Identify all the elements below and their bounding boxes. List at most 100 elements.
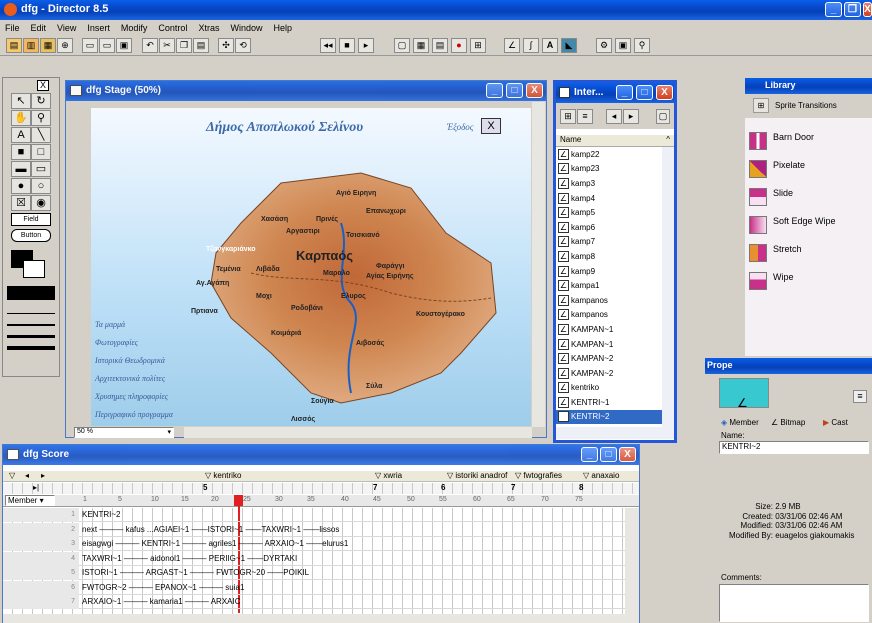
button-tool[interactable]: Button [11, 229, 51, 242]
paint-icon[interactable]: ∠ [504, 38, 520, 53]
list-view-icon[interactable]: ≡ [577, 109, 593, 124]
score-window-icon[interactable]: ▤ [432, 38, 448, 53]
script-icon[interactable]: ⚙ [596, 38, 612, 53]
minimize-button[interactable]: _ [825, 2, 842, 17]
menu-control[interactable]: Control [158, 23, 187, 33]
arrow-tool[interactable]: ↖ [11, 93, 31, 109]
roundrect-tool[interactable]: ▭ [31, 161, 51, 177]
cast-minimize-button[interactable]: _ [616, 85, 633, 100]
line-width-3[interactable] [7, 344, 55, 350]
new-movie-icon[interactable]: ▤ [6, 38, 22, 53]
filled-ellipse-tool[interactable]: ● [11, 178, 31, 194]
score-close-button[interactable]: X [619, 447, 636, 462]
library-category-bar[interactable]: ⊞ Sprite Transitions [745, 94, 872, 118]
shockwave-icon[interactable]: ⚲ [634, 38, 650, 53]
restore-button[interactable]: ❐ [844, 2, 861, 17]
member-tab[interactable]: ◈ Member [721, 418, 759, 427]
next-marker-icon[interactable]: ▸ [41, 471, 45, 480]
marker-channel[interactable]: ▽ ◂ ▸ ▽ kentriko ▽ xwria ▽ istoriki anad… [3, 471, 639, 482]
cut-icon[interactable]: ✂ [159, 38, 175, 53]
marker-menu-icon[interactable]: ▽ [9, 471, 15, 480]
field-tool[interactable]: Field [11, 213, 51, 226]
side-menu-item[interactable]: Ιστορικά Θεωδρομικά [95, 356, 165, 365]
import-icon[interactable]: ⊕ [57, 38, 73, 53]
line-width-2[interactable] [7, 332, 55, 338]
side-menu-item[interactable]: Τα μαρμά [95, 320, 125, 329]
background-color-swatch[interactable] [23, 260, 45, 278]
menu-edit[interactable]: Edit [31, 23, 47, 33]
vector-icon[interactable]: ∫ [523, 38, 539, 53]
paste-icon[interactable]: ▤ [193, 38, 209, 53]
zoom-tool[interactable]: ⚲ [31, 110, 51, 126]
property-inspector-icon[interactable]: ● [451, 38, 467, 53]
rect-tool[interactable]: □ [31, 144, 51, 160]
menu-xtras[interactable]: Xtras [198, 23, 219, 33]
sprite-channel-row[interactable]: 7 ARXAIO~1 ——— kamaria1 ——— ARXAIC [3, 595, 625, 609]
sprite-channel-row[interactable]: 2 next ——— kafus ...AGIAEI~1 ——ISTORI~1 —… [3, 522, 625, 537]
library-item[interactable]: Wipe [745, 268, 865, 300]
stage-window-icon[interactable]: ▢ [394, 38, 410, 53]
line-tool[interactable]: ╲ [31, 127, 51, 143]
frame-ruler[interactable]: Member ▾ 1 5 10 15 20 25 30 35 40 45 50 … [3, 495, 639, 507]
stop-icon[interactable]: ■ [339, 38, 355, 53]
effects-channel[interactable]: ▸| 5 7 6 7 8 [3, 483, 639, 494]
close-button[interactable]: X [863, 2, 872, 17]
cast-list-item[interactable]: ∠ kampanos [556, 293, 662, 308]
marker[interactable]: ▽ xwria [375, 471, 402, 480]
thumbnail-view-icon[interactable]: ⊞ [560, 109, 576, 124]
exchange-icon[interactable]: ⟲ [235, 38, 251, 53]
new-cast-icon[interactable]: ▥ [23, 38, 39, 53]
filled-rect-tool[interactable]: ■ [11, 144, 31, 160]
disk-icon[interactable]: ▣ [116, 38, 132, 53]
cast-horizontal-scrollbar[interactable] [556, 427, 674, 439]
name-field[interactable]: KENTRI~2 [719, 441, 869, 454]
sprite-channel-row[interactable]: 5 ISTORI~1 ——— ARGAST~1 ——— FWTOGR~20 ——P… [3, 566, 625, 580]
filled-roundrect-tool[interactable]: ▬ [11, 161, 31, 177]
score-horizontal-scrollbar[interactable] [3, 614, 639, 623]
side-menu-item[interactable]: Αρχιτεκτονικά πολίτες [95, 374, 165, 383]
previous-cast-icon[interactable]: ◂ [606, 109, 622, 124]
cast-list-item[interactable]: ∠ KAMPAN~2 [556, 351, 662, 366]
menu-help[interactable]: Help [273, 23, 292, 33]
library-icon[interactable]: ⊞ [470, 38, 486, 53]
prev-marker-icon[interactable]: ◂ [25, 471, 29, 480]
menu-view[interactable]: View [57, 23, 76, 33]
menu-modify[interactable]: Modify [121, 23, 148, 33]
undo-icon[interactable]: ↶ [142, 38, 158, 53]
ellipse-tool[interactable]: ○ [31, 178, 51, 194]
menu-file[interactable]: File [5, 23, 20, 33]
next-cast-icon[interactable]: ▸ [623, 109, 639, 124]
menu-window[interactable]: Window [230, 23, 262, 33]
sprite-channel-row[interactable]: 6 FWTOGR~2 ——— EPANOX~1 ——— suia1 [3, 580, 625, 595]
find-icon[interactable]: ✣ [218, 38, 234, 53]
side-menu-item[interactable]: Χρυσημες πληροφορίες [95, 392, 168, 401]
sprite-channel-row[interactable]: 3 eisagwgi ——— KENTRI~1 ——— agriles1 ——— … [3, 537, 625, 551]
exit-button[interactable]: X [481, 118, 501, 134]
cast-list-item[interactable]: ∠ KAMPAN~2 [556, 366, 662, 381]
hand-tool[interactable]: ✋ [11, 110, 31, 126]
save-icon[interactable]: ▭ [82, 38, 98, 53]
play-icon[interactable]: ▸ [358, 38, 374, 53]
cast-vertical-scrollbar[interactable] [662, 147, 674, 427]
radio-tool[interactable]: ◉ [31, 195, 51, 211]
cast-list-item[interactable]: ∠ kamp5 [556, 205, 662, 220]
cast-maximize-button[interactable]: □ [636, 85, 653, 100]
line-width-none[interactable] [7, 308, 55, 314]
bitmap-tab[interactable]: ∠ Bitmap [771, 418, 805, 427]
side-menu-item[interactable]: Περιγραφικό προγραμμα [95, 410, 173, 419]
cast-list-item[interactable]: ∠ kamp8 [556, 249, 662, 264]
score-maximize-button[interactable]: □ [600, 447, 617, 462]
comments-field[interactable] [719, 584, 869, 622]
palette-close-icon[interactable]: X [37, 80, 49, 91]
marker[interactable]: ▽ fwtografies [515, 471, 562, 480]
rotate-tool[interactable]: ↻ [31, 93, 51, 109]
list-view-icon[interactable]: ≡ [853, 390, 867, 403]
score-vertical-scrollbar[interactable] [625, 508, 639, 614]
message-icon[interactable]: ▣ [615, 38, 631, 53]
cast-list-item[interactable]: ∠ kamp23 [556, 162, 662, 177]
marker[interactable]: ▽ anaxaio [583, 471, 619, 480]
copy-icon[interactable]: ❐ [176, 38, 192, 53]
cast-close-button[interactable]: X [656, 85, 673, 100]
sprite-channel-row[interactable]: 4 TAXWRI~1 ——— aidonol1 ——— PERIIG~1 ——DY… [3, 551, 625, 566]
stage-maximize-button[interactable]: □ [506, 83, 523, 98]
